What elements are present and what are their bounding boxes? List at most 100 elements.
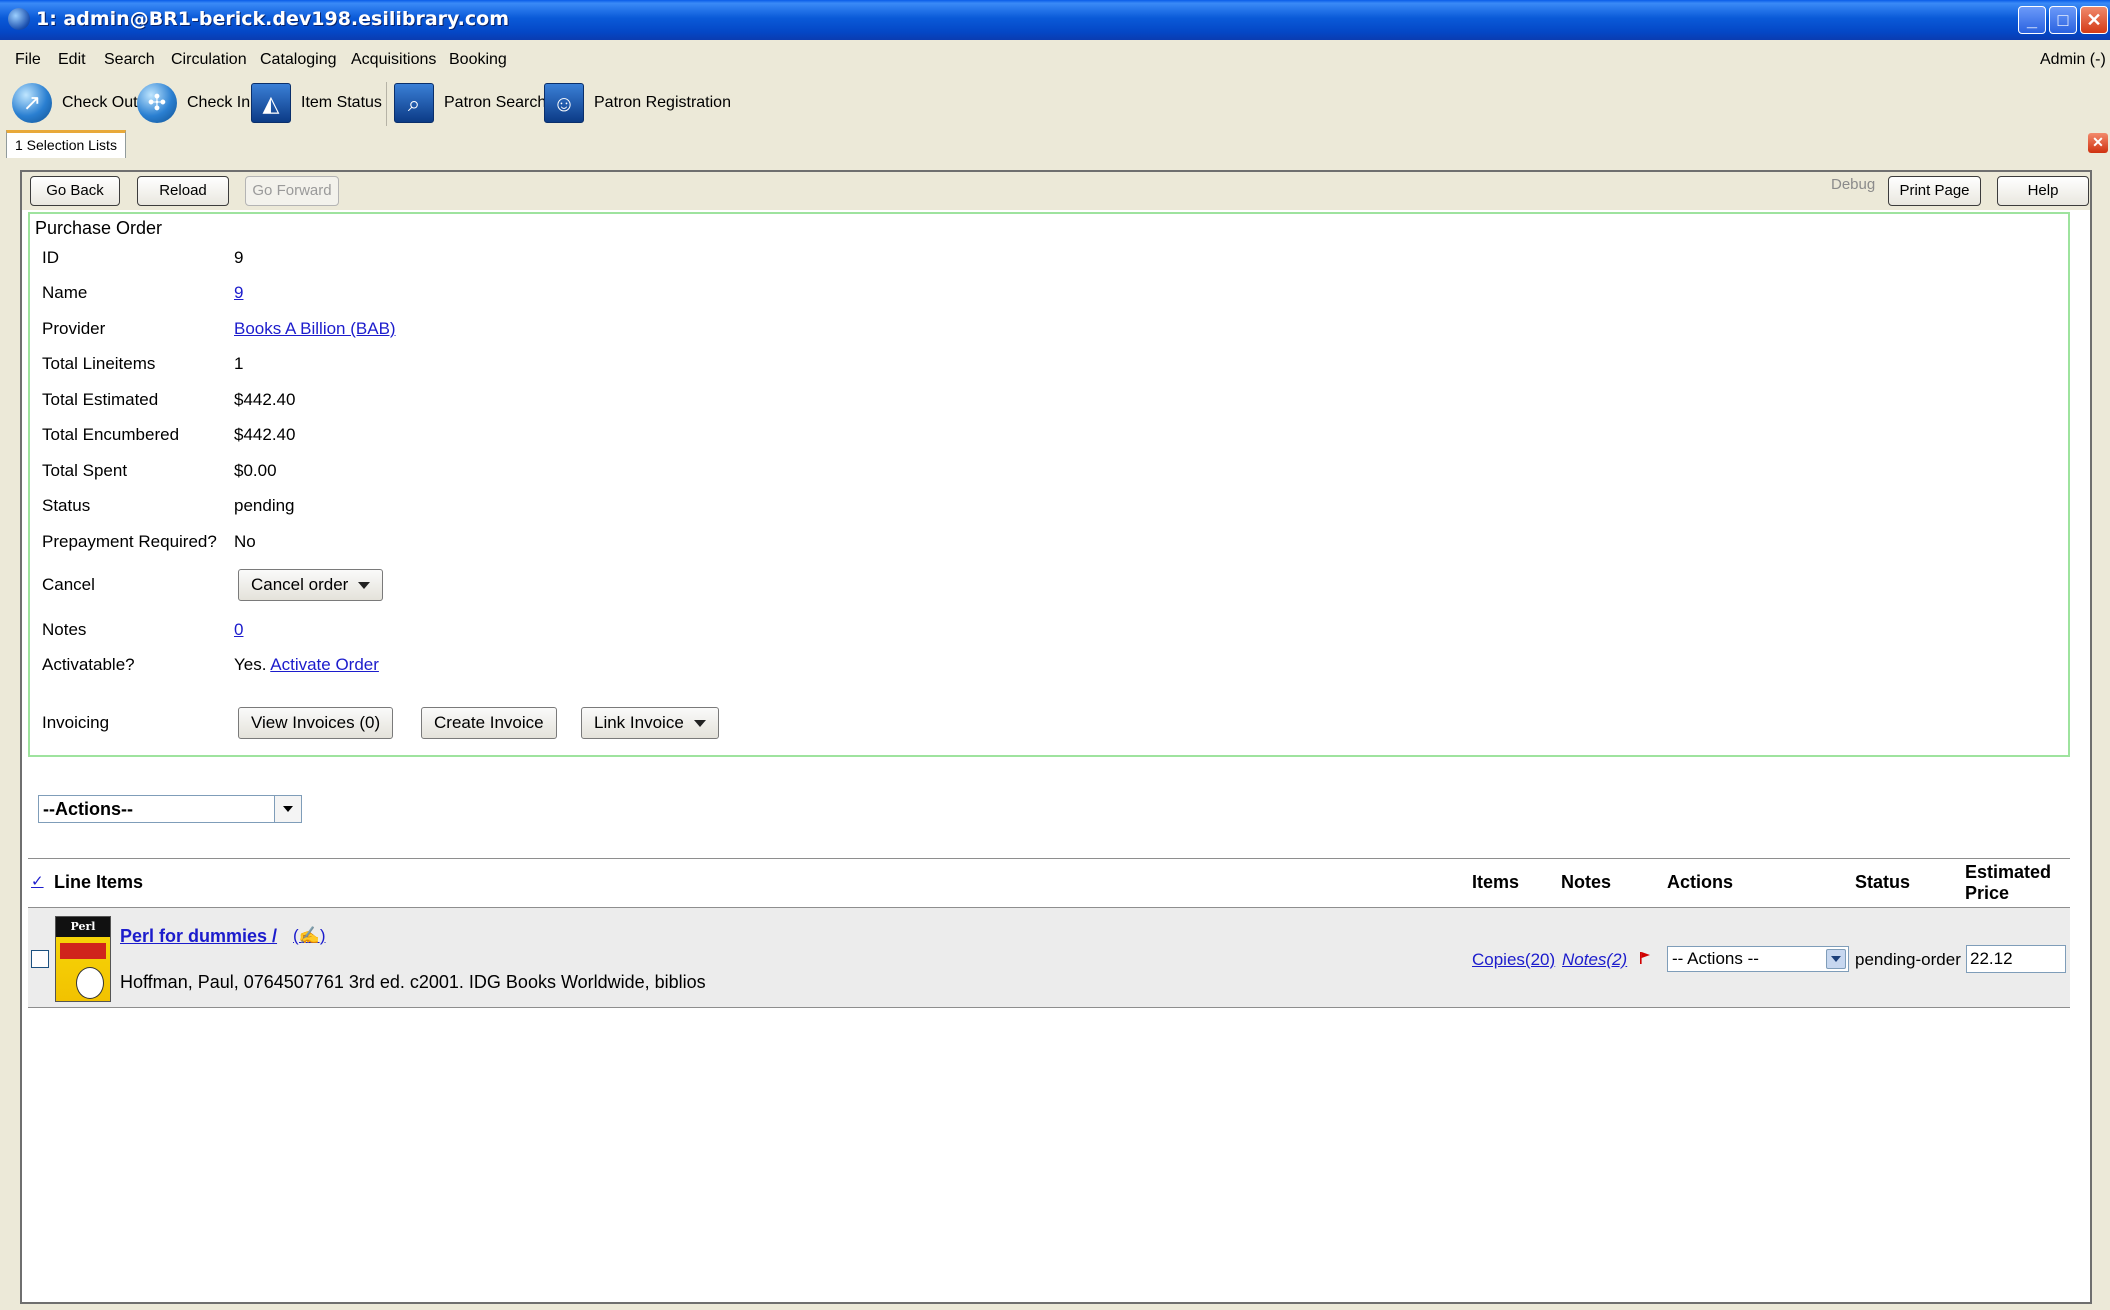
cancel-order-label: Cancel order [251,575,349,594]
close-window-button[interactable]: ✕ [2080,6,2108,34]
po-cancel-label: Cancel [42,575,95,594]
po-prepayment-value: No [234,532,256,551]
patron-registration-label: Patron Registration [594,94,731,111]
menu-file[interactable]: File [15,51,41,69]
po-total-spent-label: Total Spent [42,461,128,480]
po-total-estimated-label: Total Estimated [42,390,159,409]
check-out-button[interactable]: ↗ Check Out [12,83,138,123]
line-item-status: pending-order [1855,950,1961,969]
item-status-book-icon: ◭ [251,83,291,123]
activate-order-link[interactable]: Activate Order [270,655,379,674]
go-back-button[interactable]: Go Back [30,176,120,206]
menu-circulation[interactable]: Circulation [171,51,247,69]
po-id-label: ID [42,248,59,267]
po-activatable-label: Activatable? [42,655,135,674]
menu-cataloging[interactable]: Cataloging [260,51,337,69]
line-item-title-link[interactable]: Perl for dummies / [120,926,277,947]
item-status-button[interactable]: ◭ Item Status [251,83,382,123]
check-in-button[interactable]: ✣ Check In [137,83,250,123]
actions-column-header: Actions [1667,872,1734,892]
window-title-bar[interactable]: 1: admin@BR1-berick.dev198.esilibrary.co… [0,0,2110,40]
notes-column-header: Notes [1561,872,1612,892]
po-name-link[interactable]: 9 [234,283,243,303]
check-out-label: Check Out [62,94,138,111]
po-actions-select[interactable]: --Actions-- [38,795,302,823]
po-notes-label: Notes [42,620,87,639]
line-item-details: Hoffman, Paul, 0764507761 3rd ed. c2001.… [120,972,706,992]
status-column-header: Status [1855,872,1911,892]
menu-search[interactable]: Search [104,51,155,69]
check-out-icon: ↗ [12,83,52,123]
tab-strip [0,130,2110,160]
chevron-down-icon [358,582,371,590]
line-item-checkbox[interactable] [31,950,49,968]
patron-registration-icon: ☺ [544,83,584,123]
magnifier-icon: ⌕ [394,83,434,123]
estimated-price-column-header: Estimated Price [1965,862,2052,903]
select-all-toggle[interactable]: ✓ [31,872,44,890]
po-total-lineitems-label: Total Lineitems [42,354,156,373]
po-actions-select-value: --Actions-- [43,799,133,819]
cancel-order-dropdown[interactable]: Cancel order [238,569,384,601]
notes-link[interactable]: Notes(2) [1562,950,1627,970]
book-cover-title: Perl [56,917,110,937]
po-provider-link[interactable]: Books A Billion (BAB) [234,319,396,339]
toolbar: ↗ Check Out ✣ Check In ◭ Item Status ⌕ P… [0,76,2110,131]
close-tab-icon[interactable]: ✕ [2088,133,2108,153]
help-button[interactable]: Help [1997,176,2089,206]
po-notes-link[interactable]: 0 [234,620,243,640]
po-status-value: pending [234,496,295,515]
dropdown-arrow-icon [1826,949,1846,969]
chevron-down-icon [693,720,706,728]
copies-link[interactable]: Copies(20) [1472,950,1555,970]
window-title: 1: admin@BR1-berick.dev198.esilibrary.co… [36,8,510,30]
po-total-lineitems-value: 1 [234,354,244,373]
user-menu[interactable]: Admin (-) [2040,51,2106,69]
patron-search-label: Patron Search [444,94,547,111]
po-activatable-value: Yes. Activate Order [234,655,379,675]
flag-icon [1640,952,1650,964]
po-id-value: 9 [234,248,244,267]
patron-registration-button[interactable]: ☺ Patron Registration [544,83,731,123]
po-provider-label: Provider [42,319,106,338]
go-forward-button[interactable]: Go Forward [245,176,339,206]
debug-label[interactable]: Debug [1831,176,1875,193]
po-activatable-text: Yes. [234,655,267,674]
link-invoice-dropdown[interactable]: Link Invoice [581,707,719,739]
edit-marc-icon[interactable]: (✍) [293,926,326,946]
purchase-order-heading: Purchase Order [35,218,163,238]
patron-search-button[interactable]: ⌕ Patron Search [394,83,546,123]
po-status-label: Status [42,496,91,515]
check-in-icon: ✣ [137,83,177,123]
line-items-header [28,858,2070,908]
reload-button[interactable]: Reload [137,176,229,206]
maximize-button[interactable]: □ [2049,6,2077,34]
app-globe-icon [8,8,30,30]
menu-bar: File Edit Search Circulation Cataloging … [0,48,2110,74]
po-total-spent-value: $0.00 [234,461,277,480]
items-column-header: Items [1472,872,1520,892]
po-name-label: Name [42,283,88,302]
estimated-price-input[interactable]: 22.12 [1966,945,2066,973]
po-total-encumbered-value: $442.40 [234,425,296,444]
check-in-label: Check In [187,94,251,111]
view-invoices-button[interactable]: View Invoices (0) [238,707,394,739]
line-item-actions-select[interactable]: -- Actions -- [1667,946,1849,972]
dropdown-arrow-icon [274,796,301,822]
line-items-column-header: Line Items [54,872,144,892]
menu-booking[interactable]: Booking [449,51,507,69]
minimize-button[interactable]: _ [2018,6,2046,34]
po-total-encumbered-label: Total Encumbered [42,425,180,444]
po-total-estimated-value: $442.40 [234,390,296,409]
menu-edit[interactable]: Edit [58,51,86,69]
tab-selection-lists[interactable]: 1 Selection Lists [6,130,126,158]
link-invoice-label: Link Invoice [594,713,684,732]
create-invoice-button[interactable]: Create Invoice [421,707,557,739]
item-status-label: Item Status [301,94,382,111]
book-cover-band [60,943,106,959]
menu-acquisitions[interactable]: Acquisitions [351,51,436,69]
print-page-button[interactable]: Print Page [1888,176,1981,206]
line-item-actions-value: -- Actions -- [1672,949,1759,968]
book-cover-mascot [76,967,104,999]
po-invoicing-label: Invoicing [42,713,110,732]
